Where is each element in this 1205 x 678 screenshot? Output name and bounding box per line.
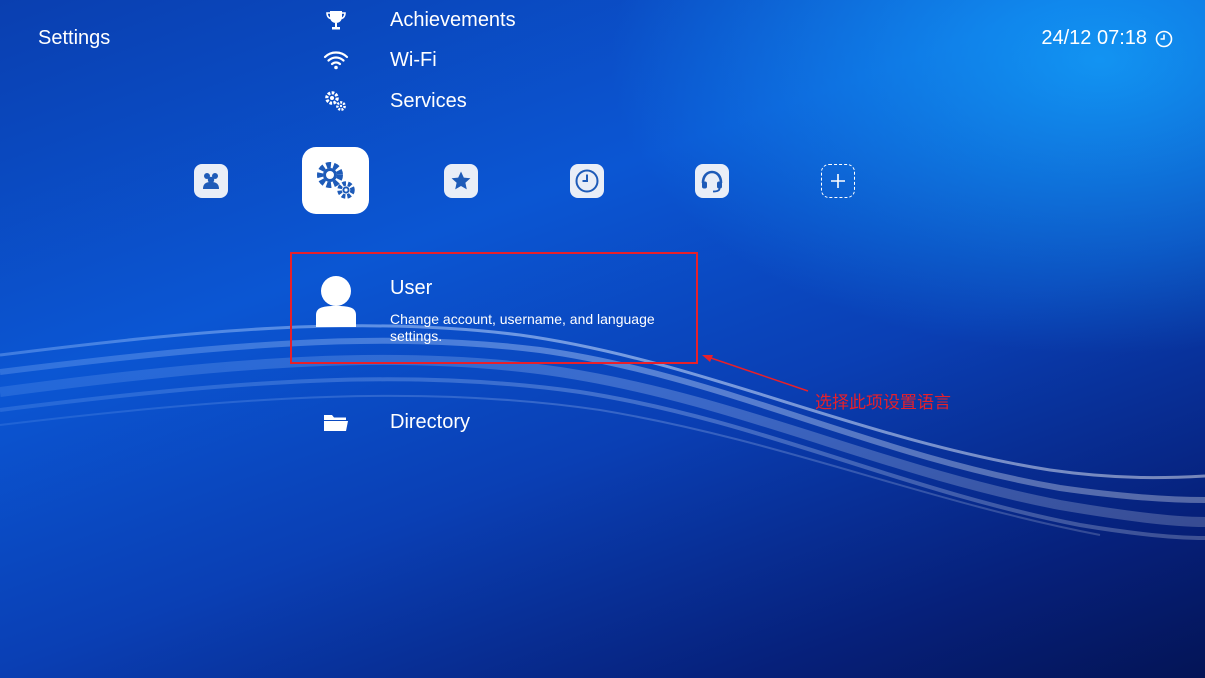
category-social[interactable]	[194, 164, 228, 198]
plus-icon	[831, 174, 845, 188]
menu-item-label: Wi-Fi	[390, 48, 437, 71]
trophy-icon	[322, 8, 350, 32]
clock: 24/12 07:18	[1041, 27, 1173, 50]
category-favorites[interactable]	[444, 164, 478, 198]
annotation-text: 选择此项设置语言	[815, 393, 951, 412]
menu-item-achievements[interactable]: Achievements	[322, 8, 516, 32]
folder-icon	[322, 410, 350, 434]
headset-icon	[701, 170, 723, 193]
wifi-icon	[322, 48, 350, 72]
screen-title: Settings	[38, 27, 111, 49]
datetime-text: 24/12 07:18	[1041, 27, 1147, 49]
category-support[interactable]	[695, 164, 729, 198]
clock-icon	[1155, 30, 1173, 47]
menu-item-wifi[interactable]: Wi-Fi	[322, 48, 437, 72]
user-description: Change account, username, and language s…	[390, 311, 655, 344]
menu-item-label: Services	[390, 89, 467, 112]
menu-item-directory[interactable]: Directory	[322, 410, 470, 434]
menu-item-label: Achievements	[390, 8, 516, 31]
user-icon	[316, 276, 356, 327]
category-add[interactable]	[821, 164, 855, 198]
user-title: User	[390, 277, 433, 299]
menu-item-services[interactable]: Services	[322, 89, 467, 113]
category-settings[interactable]	[302, 147, 369, 214]
menu-item-user[interactable]: User Change account, username, and langu…	[290, 252, 698, 364]
gears-icon	[322, 89, 350, 113]
menu-item-label: Directory	[390, 410, 471, 433]
history-clock-icon	[575, 169, 599, 193]
settings-gears-icon	[316, 161, 355, 199]
star-icon	[451, 171, 471, 190]
people-icon	[203, 173, 219, 189]
category-history[interactable]	[570, 164, 604, 198]
